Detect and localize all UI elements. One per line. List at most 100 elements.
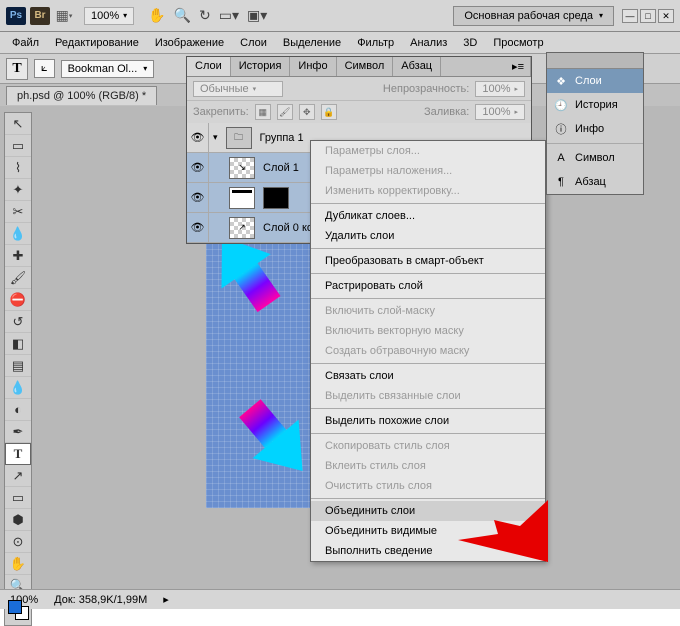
bridge-icon[interactable]: Br	[30, 6, 50, 26]
status-menu-icon[interactable]: ▸	[163, 593, 169, 606]
pen-tool[interactable]: ✒	[5, 421, 31, 443]
layer-thumbnail[interactable]: ↘	[229, 157, 255, 179]
zoom-level[interactable]: 100%▾	[84, 7, 134, 25]
lock-pixels-icon[interactable]: 🖌	[277, 104, 293, 120]
layer-thumbnail[interactable]: ↗	[229, 217, 255, 239]
type-tool-preset[interactable]: T	[6, 58, 28, 80]
menu-item: Параметры наложения...	[311, 161, 545, 181]
history-brush-tool[interactable]: ↺	[5, 311, 31, 333]
panel-icon: ¶	[553, 176, 569, 188]
menu-select[interactable]: Выделение	[275, 34, 349, 52]
heal-tool[interactable]: ✚	[5, 245, 31, 267]
visibility-icon[interactable]: 👁	[187, 183, 209, 212]
shape-tool[interactable]: ▭	[5, 487, 31, 509]
hand-tool[interactable]: ✋	[5, 553, 31, 575]
type-tool[interactable]: T	[5, 443, 31, 465]
mask-thumbnail[interactable]: ○	[263, 187, 289, 209]
close-button[interactable]: ✕	[658, 9, 674, 23]
annotation-arrow	[458, 500, 548, 565]
status-doc-size[interactable]: Док: 358,9K/1,99M	[54, 594, 147, 606]
lock-transparent-icon[interactable]: ▦	[255, 104, 271, 120]
crop-tool[interactable]: ✂	[5, 201, 31, 223]
blend-mode[interactable]: Обычные▾	[193, 81, 283, 97]
visibility-icon[interactable]: 👁	[187, 123, 209, 152]
maximize-button[interactable]: □	[640, 9, 656, 23]
layer-name[interactable]: Группа 1	[256, 132, 304, 144]
wand-tool[interactable]: ✦	[5, 179, 31, 201]
panel-menu-icon[interactable]: ▸≡	[506, 57, 531, 76]
eraser-tool[interactable]: ◧	[5, 333, 31, 355]
menu-3d[interactable]: 3D	[455, 34, 485, 52]
menu-item[interactable]: Дубликат слоев...	[311, 206, 545, 226]
panel-shortcut[interactable]: ❖Слои	[547, 69, 643, 93]
gradient-tool[interactable]: ▤	[5, 355, 31, 377]
menu-item[interactable]: Удалить слои	[311, 226, 545, 246]
menu-item: Вклеить стиль слоя	[311, 456, 545, 476]
tab-history[interactable]: История	[231, 57, 291, 76]
menu-item: Включить слой-маску	[311, 301, 545, 321]
lock-position-icon[interactable]: ✥	[299, 104, 315, 120]
arrange-icon[interactable]: ▭▾	[219, 7, 239, 24]
marquee-tool[interactable]: ▭	[5, 135, 31, 157]
layer-name[interactable]: Слой 1	[259, 162, 299, 174]
fill-label: Заливка:	[424, 106, 469, 118]
brush-tool[interactable]: 🖌	[5, 267, 31, 289]
minimize-button[interactable]: —	[622, 9, 638, 23]
zoom-tool-icon[interactable]: 🔍	[174, 7, 191, 24]
lock-all-icon[interactable]: 🔒	[321, 104, 337, 120]
menu-view[interactable]: Просмотр	[485, 34, 551, 52]
menu-file[interactable]: Файл	[4, 34, 47, 52]
lasso-tool[interactable]: ⌇	[5, 157, 31, 179]
panel-drag-handle[interactable]	[547, 53, 643, 69]
menu-layers[interactable]: Слои	[232, 34, 275, 52]
tab-character[interactable]: Символ	[337, 57, 394, 76]
menu-image[interactable]: Изображение	[147, 34, 232, 52]
menu-item[interactable]: Преобразовать в смарт-объект	[311, 251, 545, 271]
font-family[interactable]: Bookman Ol...▾	[61, 60, 155, 78]
eyedropper-tool[interactable]: 💧	[5, 223, 31, 245]
menu-filter[interactable]: Фильтр	[349, 34, 402, 52]
menu-item[interactable]: Растрировать слой	[311, 276, 545, 296]
opacity-value[interactable]: 100%▸	[475, 81, 525, 97]
document-tab[interactable]: ph.psd @ 100% (RGB/8) *	[6, 86, 157, 105]
foreground-color[interactable]	[8, 600, 22, 614]
panel-label: Абзац	[575, 176, 606, 188]
toolbox: ↖ ▭ ⌇ ✦ ✂ 💧 ✚ 🖌 ⛔ ↺ ◧ ▤ 💧 ◐ ✒ T ↗ ▭ ⬢ ⊙ …	[4, 112, 32, 626]
canvas[interactable]	[206, 218, 326, 508]
tab-layers[interactable]: Слои	[187, 57, 231, 76]
orientation-toggle[interactable]: ⟀	[34, 59, 55, 78]
panel-shortcut[interactable]: ¶ Абзац	[547, 170, 643, 194]
layout-icon[interactable]: ▦▾	[54, 6, 74, 26]
tab-info[interactable]: Инфо	[290, 57, 336, 76]
hand-tool-icon[interactable]: ✋	[148, 7, 165, 24]
panel-label: Символ	[575, 152, 615, 164]
visibility-icon[interactable]: 👁	[187, 213, 209, 242]
menu-item: Создать обтравочную маску	[311, 341, 545, 361]
photoshop-icon[interactable]: Ps	[6, 6, 26, 26]
screen-mode-icon[interactable]: ▣▾	[247, 7, 267, 24]
workspace-switcher[interactable]: Основная рабочая среда▾	[453, 6, 614, 26]
move-tool[interactable]: ↖	[5, 113, 31, 135]
panel-shortcut[interactable]: 🕘История	[547, 93, 643, 117]
menu-item[interactable]: Выделить похожие слои	[311, 411, 545, 431]
menu-item: Изменить корректировку...	[311, 181, 545, 201]
panel-shortcut[interactable]: ⓘИнфо	[547, 117, 643, 141]
fill-value[interactable]: 100%▸	[475, 104, 525, 120]
menu-edit[interactable]: Редактирование	[47, 34, 147, 52]
layer-thumbnail[interactable]	[229, 187, 255, 209]
3d-camera-tool[interactable]: ⊙	[5, 531, 31, 553]
tab-paragraph[interactable]: Абзац	[393, 57, 441, 76]
expand-icon[interactable]: ▾	[209, 132, 222, 143]
dodge-tool[interactable]: ◐	[5, 399, 31, 421]
panel-shortcut[interactable]: AСимвол	[547, 146, 643, 170]
menu-analysis[interactable]: Анализ	[402, 34, 455, 52]
artwork-arrow-down	[206, 383, 325, 503]
3d-tool[interactable]: ⬢	[5, 509, 31, 531]
blur-tool[interactable]: 💧	[5, 377, 31, 399]
path-tool[interactable]: ↗	[5, 465, 31, 487]
rotate-view-icon[interactable]: ↻	[199, 7, 211, 24]
visibility-icon[interactable]: 👁	[187, 153, 209, 182]
stamp-tool[interactable]: ⛔	[5, 289, 31, 311]
menu-item: Параметры слоя...	[311, 141, 545, 161]
menu-item[interactable]: Связать слои	[311, 366, 545, 386]
